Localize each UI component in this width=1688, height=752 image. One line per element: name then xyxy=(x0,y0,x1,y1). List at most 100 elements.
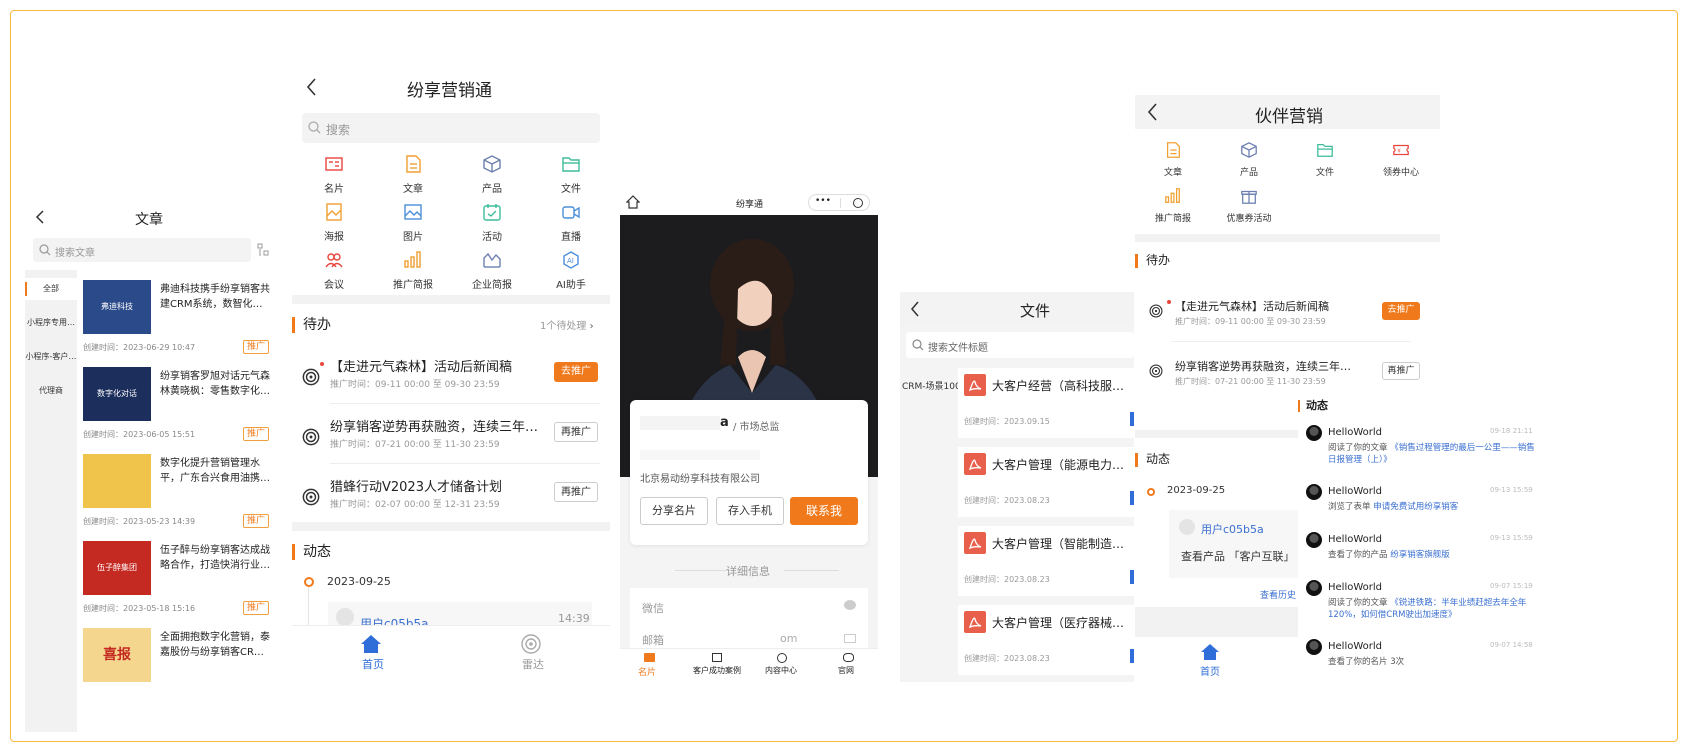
close-icon[interactable] xyxy=(853,198,863,208)
divider xyxy=(675,570,730,571)
dynamic-item[interactable]: HelloWorld 09-13 15:59 查看了你的产品 纷享销客旗舰版 xyxy=(1306,532,1540,582)
dynamics-title: 动态 xyxy=(1306,399,1328,412)
page-title: 文章 xyxy=(135,212,163,228)
article-item[interactable]: 伍子醉集团 伍子醉与纷享销客达成战略合作，打造快消行业… 创建时间：2023-05-… xyxy=(83,541,273,623)
todo-item[interactable]: 【走进元气森林】活动后新闻稿 推广时间：09-11 00:00 至 09-30 2… xyxy=(1135,292,1440,342)
category-sidebar xyxy=(25,270,77,732)
repromote-button[interactable]: 再推广 xyxy=(554,482,598,502)
target-icon xyxy=(302,488,320,506)
wechat-icon[interactable] xyxy=(844,600,856,610)
promote-tag[interactable]: 推广 xyxy=(243,340,269,354)
back-icon[interactable] xyxy=(306,78,318,96)
dynamic-item[interactable]: HelloWorld 09-07 15:19 阅读了你的文章 《锐进铁路：半年业绩赶… xyxy=(1306,580,1540,630)
nav-content-label: 内容中心 xyxy=(765,666,797,675)
todo-title: 猎蜂行动V2023人才储备计划 xyxy=(330,480,502,495)
timeline-dot xyxy=(1147,488,1155,496)
feature-image[interactable]: 图片 xyxy=(383,202,443,243)
article-thumbnail: 数字化对话 xyxy=(83,367,151,421)
feature-gift[interactable]: 优惠券活动 xyxy=(1223,187,1275,224)
feature-ai[interactable]: AI AI助手 xyxy=(541,250,601,291)
feature-card[interactable]: 名片 xyxy=(304,154,364,195)
nav-website[interactable]: 官网 xyxy=(838,653,854,676)
back-icon[interactable] xyxy=(910,301,920,317)
file-item[interactable]: 大客户管理（能源电力行… 创建时间：2023.08.23 xyxy=(958,447,1134,517)
article-item[interactable]: 喜报 全面拥抱数字化营销，泰嘉股份与纷享销客CR… xyxy=(83,628,273,710)
feature-doc[interactable]: 文章 xyxy=(383,154,443,195)
dynamic-item[interactable]: HelloWorld 09-18 21:11 阅读了你的文章 《销售过程管理的最后一… xyxy=(1306,425,1540,475)
radar-icon xyxy=(521,634,541,654)
nav-card[interactable]: 名片 xyxy=(638,653,656,678)
search-input[interactable]: 搜索文件标题 xyxy=(906,332,1134,358)
repromote-button[interactable]: 再推广 xyxy=(554,422,598,442)
nav-home[interactable]: 首页 xyxy=(360,634,386,672)
avatar xyxy=(336,608,354,626)
redacted-name xyxy=(640,416,720,430)
view-history-link[interactable]: 查看历史 xyxy=(1260,588,1296,601)
chart-icon xyxy=(403,250,423,270)
feature-live[interactable]: 直播 xyxy=(541,202,601,243)
promote-tag[interactable]: 推广 xyxy=(243,427,269,441)
file-item[interactable]: 大客户管理（医疗器械行… 创建时间：2023.08.23 xyxy=(958,605,1134,675)
repromote-button[interactable]: 再推广 xyxy=(1382,362,1420,380)
image-icon xyxy=(403,202,423,222)
feature-chart[interactable]: 推广简报 xyxy=(1147,187,1199,224)
file-title: 大客户管理（医疗器械行… xyxy=(992,616,1132,630)
thumbnail-text: 伍子醉集团 xyxy=(97,563,137,572)
article-item[interactable]: 弗迪科技 弗迪科技携手纷享销客共建CRM系统，数智化… 创建时间：2023-06-2… xyxy=(83,280,273,362)
pdf-icon xyxy=(964,532,986,554)
article-date: 创建时间：2023-05-18 15:16 xyxy=(83,604,196,613)
contact-me-button[interactable]: 联系我 xyxy=(790,497,858,525)
todo-count[interactable]: 1个待处理 › xyxy=(540,317,594,332)
promote-tag[interactable]: 推广 xyxy=(243,601,269,615)
feature-meeting[interactable]: 会议 xyxy=(304,250,364,291)
share-card-button[interactable]: 分享名片 xyxy=(640,497,708,525)
article-item[interactable]: 数字化提升营销管理水平，广东合兴食用油携… 创建时间：2023-05-23 14:… xyxy=(83,454,273,536)
save-contact-button[interactable]: 存入手机 xyxy=(716,497,784,525)
feature-report[interactable]: 企业简报 xyxy=(462,250,522,291)
home-outline-icon[interactable] xyxy=(626,195,640,209)
feature-label: 直播 xyxy=(561,232,581,243)
feature-folder[interactable]: 文件 xyxy=(541,154,601,195)
file-item[interactable]: 大客户经营（高科技服务… 创建时间：2023.09.15 xyxy=(958,368,1134,438)
feature-event[interactable]: 活动 xyxy=(462,202,522,243)
category-item[interactable]: CRM-场景100 xyxy=(902,379,961,392)
nav-cases[interactable]: 客户成功案例 xyxy=(692,653,742,676)
more-icon[interactable]: ••• xyxy=(815,196,831,206)
back-icon[interactable] xyxy=(1147,103,1159,121)
action-indicator xyxy=(1130,412,1134,426)
feature-box[interactable]: 产品 xyxy=(1223,141,1275,178)
pdf-icon xyxy=(964,611,986,633)
chevron-right-icon: › xyxy=(589,321,594,332)
dynamic-item[interactable]: HelloWorld 09-13 15:59 浏览了表单 申请免费试用纷享销客 xyxy=(1306,484,1540,534)
category-item[interactable]: 小程序专用… xyxy=(25,312,77,334)
nav-radar[interactable]: 雷达 xyxy=(520,634,546,672)
feature-coupon[interactable]: ¥ 领券中心 xyxy=(1375,141,1427,178)
article-item[interactable]: 数字化对话 纷享销客罗旭对话元气森林黄晓枫：零售数字化… 创建时间：2023-06-… xyxy=(83,367,273,449)
search-input[interactable]: 搜索 xyxy=(302,113,600,143)
dynamic-link[interactable]: 申请免费试用纷享销客 xyxy=(1373,502,1458,512)
feature-chart[interactable]: 推广简报 xyxy=(383,250,443,291)
feature-poster[interactable]: 海报 xyxy=(304,202,364,243)
dynamic-link[interactable]: 纷享销客旗舰版 xyxy=(1390,550,1450,560)
promote-tag[interactable]: 推广 xyxy=(243,514,269,528)
promote-button[interactable]: 去推广 xyxy=(1382,302,1420,320)
email-value[interactable]: om xyxy=(780,632,797,645)
category-item[interactable]: 小程序-客户… xyxy=(25,346,77,368)
file-item[interactable]: 大客户管理（智能制造行业） 创建时间：2023.08.23 xyxy=(958,526,1134,596)
feature-folder[interactable]: 文件 xyxy=(1299,141,1351,178)
feed-user[interactable]: 用户c05b5a xyxy=(1201,521,1264,537)
category-item[interactable]: 全部 xyxy=(25,278,77,300)
search-input[interactable]: 搜索文章 xyxy=(33,238,251,262)
dynamic-item[interactable]: HelloWorld 09-07 14:58 查看了你的名片 3次 xyxy=(1306,639,1540,682)
nav-home[interactable]: 首页 xyxy=(1200,643,1220,678)
feature-box[interactable]: 产品 xyxy=(462,154,522,195)
mail-icon[interactable] xyxy=(844,634,856,643)
promote-button[interactable]: 去推广 xyxy=(554,362,598,382)
feature-doc[interactable]: 文章 xyxy=(1147,141,1199,178)
nav-content[interactable]: 内容中心 xyxy=(765,653,797,676)
filter-icon[interactable] xyxy=(257,243,269,257)
category-item[interactable]: 代理商 xyxy=(25,380,77,402)
capsule-menu[interactable]: ••• xyxy=(808,194,870,211)
back-icon[interactable] xyxy=(35,210,47,224)
feature-label: 推广简报 xyxy=(1154,214,1191,224)
